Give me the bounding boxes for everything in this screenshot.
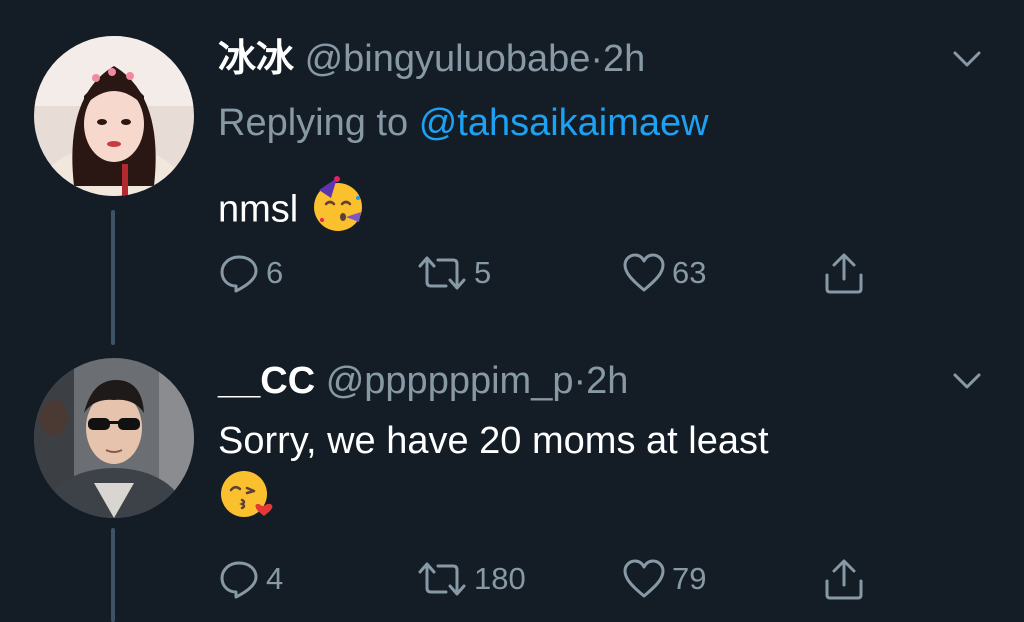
- separator-dot: ·: [573, 360, 587, 402]
- share-action[interactable]: [822, 250, 866, 296]
- tweet-text-content: Sorry, we have 20 moms at least: [218, 420, 769, 462]
- share-icon[interactable]: [822, 251, 866, 295]
- chevron-down-icon[interactable]: [948, 366, 986, 396]
- reply-icon[interactable]: [218, 558, 260, 600]
- like-action[interactable]: 63: [622, 250, 706, 296]
- replying-to-label: Replying to: [218, 102, 409, 144]
- user-handle[interactable]: @bingyuluobabe: [305, 38, 591, 80]
- face-blowing-kiss-emoji: [218, 466, 274, 535]
- tweet-actions: 4 180 79: [218, 556, 878, 602]
- thread-line: [111, 210, 115, 345]
- tweet-header: 冰冰 @bingyuluobabe·2h: [218, 34, 645, 84]
- partying-face-emoji: [309, 176, 367, 247]
- reply-action[interactable]: 6: [218, 250, 283, 296]
- retweet-action[interactable]: 5: [416, 250, 491, 296]
- retweet-icon[interactable]: [416, 252, 468, 294]
- retweet-count: 5: [474, 255, 492, 290]
- reply-icon[interactable]: [218, 252, 260, 294]
- like-action[interactable]: 79: [622, 556, 706, 602]
- tweet[interactable]: 冰冰 @bingyuluobabe·2h Replying to @tahsai…: [0, 0, 1024, 345]
- avatar[interactable]: [34, 358, 194, 518]
- reply-count: 4: [266, 561, 284, 596]
- replying-to: Replying to @tahsaikaimaew: [218, 98, 709, 148]
- retweet-icon[interactable]: [416, 558, 468, 600]
- separator-dot: ·: [590, 38, 604, 80]
- display-name[interactable]: __CC: [218, 360, 315, 402]
- timestamp[interactable]: 2h: [603, 38, 645, 80]
- retweet-action[interactable]: 180: [416, 556, 526, 602]
- reply-count: 6: [266, 255, 284, 290]
- tweet-text-content: nmsl: [218, 188, 299, 231]
- like-count: 63: [672, 255, 707, 290]
- tweet[interactable]: __CC @ppppppim_p·2h Sorry, we have 20 mo…: [0, 338, 1024, 622]
- user-handle[interactable]: @ppppppim_p: [326, 360, 574, 402]
- share-action[interactable]: [822, 556, 866, 602]
- thread-line: [111, 528, 115, 622]
- tweet-header: __CC @ppppppim_p·2h: [218, 356, 628, 406]
- heart-icon[interactable]: [622, 252, 666, 294]
- retweet-count: 180: [474, 561, 526, 596]
- tweet-text: Sorry, we have 20 moms at least: [218, 416, 958, 535]
- replying-to-handle[interactable]: @tahsaikaimaew: [419, 102, 709, 144]
- tweet-text: nmsl: [218, 176, 367, 247]
- share-icon[interactable]: [822, 557, 866, 601]
- display-name[interactable]: 冰冰: [218, 38, 294, 80]
- chevron-down-icon[interactable]: [948, 44, 986, 74]
- avatar[interactable]: [34, 36, 194, 196]
- reply-action[interactable]: 4: [218, 556, 283, 602]
- like-count: 79: [672, 561, 707, 596]
- heart-icon[interactable]: [622, 558, 666, 600]
- tweet-actions: 6 5 63: [218, 250, 878, 296]
- timestamp[interactable]: 2h: [586, 360, 628, 402]
